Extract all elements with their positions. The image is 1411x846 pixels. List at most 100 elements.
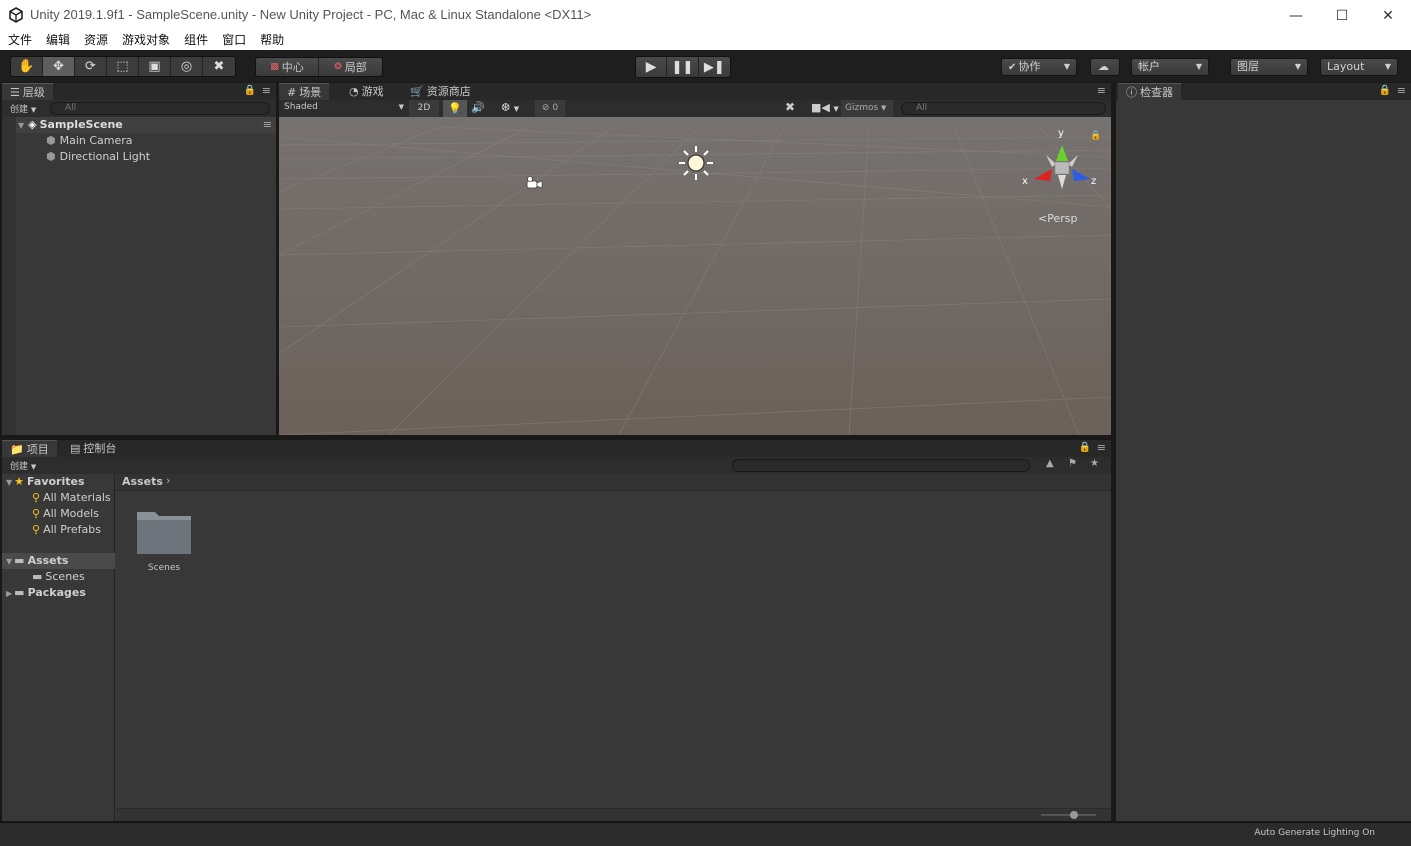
pause-icon[interactable]: ❚❚ (667, 57, 699, 77)
slider-handle[interactable] (1070, 811, 1078, 819)
icon-size-slider[interactable] (1041, 814, 1096, 816)
packages-folder-item[interactable]: ▶ ▬ Packages (6, 585, 86, 601)
chevron-down-icon: ▼ (30, 106, 37, 114)
lock-icon[interactable]: 🔒 (244, 85, 256, 96)
store-icon: 🛒 (410, 85, 424, 98)
custom-tool-icon[interactable]: ✖ (203, 57, 235, 76)
effects-dropdown-icon[interactable]: ❆ ▼ (501, 101, 519, 114)
expand-arrow-icon[interactable]: ▼ (6, 478, 12, 487)
tab-hierarchy[interactable]: ☰ 层级 (2, 83, 53, 100)
folder-icon: ▬ (14, 586, 25, 599)
favorite-item[interactable]: ⚲ All Materials (32, 490, 111, 506)
chevron-right-icon: › (166, 474, 171, 487)
panel-menu-icon[interactable]: ≡ (1097, 441, 1106, 454)
layers-dropdown[interactable]: 图层 ▼ (1230, 58, 1308, 76)
panel-menu-icon[interactable]: ≡ (1097, 84, 1106, 97)
rect-icon[interactable]: ▣ (139, 57, 171, 76)
chevron-down-icon: ▼ (1294, 62, 1301, 71)
hidden-count: 0 (552, 103, 559, 113)
menu-assets[interactable]: 资源 (84, 31, 108, 50)
maximize-icon[interactable]: ☐ (1319, 0, 1365, 31)
camera-dropdown-icon[interactable]: ■◀ ▼ (811, 101, 839, 114)
directional-light-icon[interactable] (679, 146, 713, 180)
2d-label: 2D (417, 103, 431, 113)
tab-console[interactable]: ▤ 控制台 (62, 440, 124, 457)
assets-folder-item[interactable]: ▼ ▬ Assets (2, 553, 115, 569)
scene-viewport[interactable]: y x z 🔒 <Persp (279, 117, 1111, 435)
project-subbar: 创建 ▼ ▲ ⚑ ★ (2, 457, 1111, 474)
play-icon[interactable]: ▶ (636, 57, 668, 77)
layout-dropdown[interactable]: Layout ▼ (1320, 58, 1398, 76)
tab-scene[interactable]: # 场景 (279, 83, 330, 100)
expand-arrow-icon[interactable]: ▶ (6, 589, 12, 598)
subfolder-item[interactable]: ▬ Scenes (32, 569, 85, 585)
local-button[interactable]: ❂ 局部 (319, 58, 382, 76)
transform-icon[interactable]: ◎ (171, 57, 203, 76)
filter-by-label-icon[interactable]: ⚑ (1068, 458, 1077, 469)
gizmos-dropdown[interactable]: Gizmos ▼ (841, 100, 893, 117)
scene-panel: # 场景 ◔ 游戏 🛒 资源商店 ≡ Shaded ▼ 2D 💡 🔊 ❆ ▼ ⊘ 0 ✖… (279, 83, 1111, 435)
project-content: Assets › Scenes (116, 474, 1111, 821)
project-create-button[interactable]: 创建 ▼ (10, 459, 36, 472)
step-icon[interactable]: ▶❚ (699, 57, 730, 77)
move-icon[interactable]: ✥ (43, 57, 75, 76)
lock-icon[interactable]: 🔒 (1379, 85, 1391, 96)
shading-dropdown[interactable]: Shaded ▼ (284, 102, 404, 112)
asset-store-tab-label: 资源商店 (426, 85, 471, 98)
minimize-icon[interactable]: — (1273, 0, 1319, 31)
rotate-icon[interactable]: ⟳ (75, 57, 107, 76)
menu-window[interactable]: 窗口 (222, 31, 246, 50)
menu-bar: 文件 编辑 资源 游戏对象 组件 窗口 帮助 (0, 31, 1411, 50)
cloud-button[interactable]: ☁ (1090, 58, 1120, 76)
project-tab-label: 项目 (26, 443, 49, 456)
tab-project[interactable]: 📁 项目 (2, 440, 57, 457)
audio-toggle-icon[interactable]: 🔊 (471, 101, 485, 114)
favorite-item[interactable]: ⚲ All Models (32, 506, 99, 522)
favorite-item[interactable]: ⚲ All Prefabs (32, 522, 101, 538)
menu-help[interactable]: 帮助 (260, 31, 284, 50)
hand-icon[interactable]: ✋ (11, 57, 43, 76)
hierarchy-create-button[interactable]: 创建 ▼ (10, 102, 36, 115)
filter-by-type-icon[interactable]: ▲ (1046, 458, 1054, 469)
account-dropdown[interactable]: 帐户 ▼ (1131, 58, 1209, 76)
pivot-icon: ▩ (270, 62, 279, 72)
search-placeholder: All (916, 103, 928, 113)
search-placeholder: All (65, 103, 77, 113)
hierarchy-item[interactable]: ⬢ Directional Light (46, 149, 150, 165)
gizmo-lock-icon[interactable]: 🔒 (1090, 130, 1101, 141)
transform-tools: ✋ ✥ ⟳ ⬚ ▣ ◎ ✖ (10, 56, 236, 77)
hierarchy-item[interactable]: ⬢ Main Camera (46, 133, 133, 149)
scale-icon[interactable]: ⬚ (107, 57, 139, 76)
scene-menu-icon[interactable]: ≡ (263, 117, 272, 133)
panel-menu-icon[interactable]: ≡ (1397, 84, 1406, 97)
scene-search-input[interactable]: All (901, 102, 1106, 115)
favorites-item[interactable]: ▼ ★ Favorites (6, 474, 85, 490)
tab-game[interactable]: ◔ 游戏 (341, 83, 392, 100)
panel-menu-icon[interactable]: ≡ (262, 84, 271, 97)
tools-icon[interactable]: ✖ (785, 100, 795, 114)
tab-asset-store[interactable]: 🛒 资源商店 (402, 83, 479, 100)
menu-file[interactable]: 文件 (8, 31, 32, 50)
breadcrumb-assets[interactable]: Assets (122, 475, 163, 488)
object-name: Main Camera (59, 134, 133, 147)
collab-dropdown[interactable]: ✔ 协作 ▼ (1001, 58, 1077, 76)
menu-component[interactable]: 组件 (184, 31, 208, 50)
scene-root-item[interactable]: ▼ ◈ SampleScene ≡ (2, 117, 276, 133)
hierarchy-search-input[interactable]: All (50, 102, 270, 115)
hidden-objects-toggle[interactable]: ⊘ 0 (535, 100, 565, 117)
pivot-button[interactable]: ▩ 中心 (256, 58, 320, 76)
menu-edit[interactable]: 编辑 (46, 31, 70, 50)
close-icon[interactable]: ✕ (1365, 0, 1411, 31)
expand-arrow-icon[interactable]: ▼ (18, 121, 24, 130)
tab-inspector[interactable]: ⓘ 检查器 (1118, 83, 1181, 100)
menu-gameobject[interactable]: 游戏对象 (122, 31, 170, 50)
expand-arrow-icon[interactable]: ▼ (6, 557, 12, 566)
light-toggle-icon[interactable]: 💡 (443, 100, 467, 117)
favorite-star-icon[interactable]: ★ (1090, 458, 1099, 469)
2d-toggle[interactable]: 2D (409, 100, 439, 117)
favorite-label: All Models (43, 507, 99, 520)
persp-label[interactable]: <Persp (1038, 212, 1077, 225)
asset-grid-item[interactable]: Scenes (134, 508, 194, 578)
project-search-input[interactable] (732, 459, 1030, 472)
lock-icon[interactable]: 🔒 (1079, 442, 1091, 453)
